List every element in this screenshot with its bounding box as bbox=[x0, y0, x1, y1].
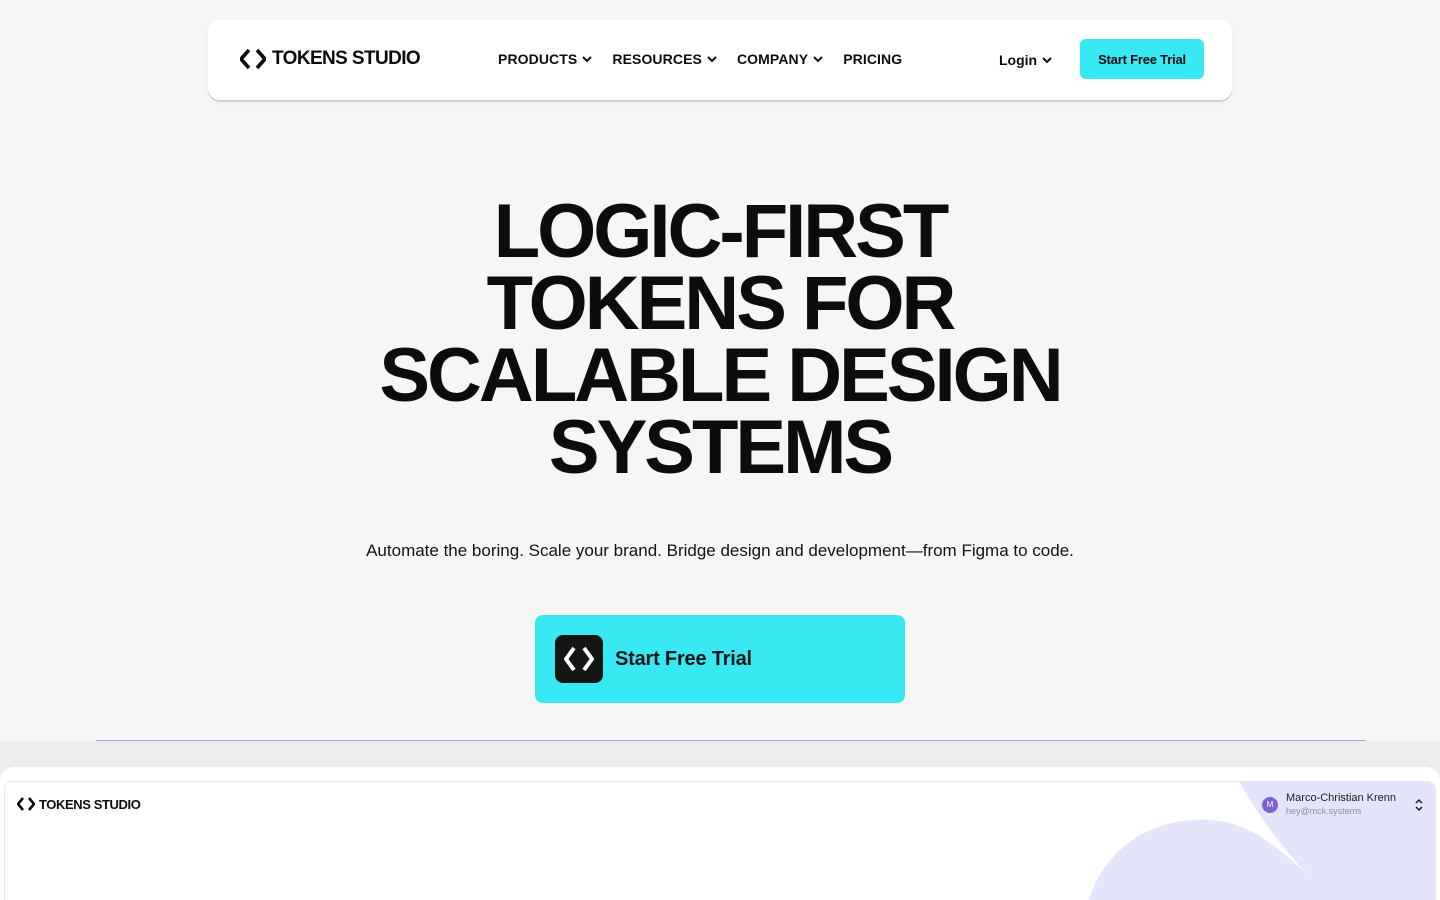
avatar: M bbox=[1262, 796, 1278, 813]
brand-logo[interactable]: TOKENS STUDIO bbox=[240, 48, 421, 70]
tokens-studio-logo-icon bbox=[555, 635, 603, 683]
hero-subtitle: Automate the boring. Scale your brand. B… bbox=[366, 541, 1074, 560]
hero-cta-label: Start Free Trial bbox=[615, 647, 752, 670]
user-account-switcher[interactable]: M Marco-Christian Krenn hey@mck.systems bbox=[1262, 792, 1424, 817]
nav-item-label: PRODUCTS bbox=[498, 51, 578, 67]
hero-title: LOGIC-FIRST TOKENS FOR SCALABLE DESIGN S… bbox=[300, 189, 1140, 490]
user-email: hey@mck.systems bbox=[1286, 806, 1362, 816]
preview-brand-name: TOKENS STUDIO bbox=[39, 796, 141, 812]
app-preview-window: TOKENS STUDIO M Marco-Christian Krenn he… bbox=[4, 781, 1436, 900]
hero-title-line: TOKENS FOR bbox=[486, 261, 957, 346]
nav-item-products[interactable]: PRODUCTS bbox=[498, 50, 593, 68]
login-label: Login bbox=[999, 52, 1038, 68]
hero-title-line: SCALABLE DESIGN bbox=[379, 333, 1063, 418]
login-menu[interactable]: Login bbox=[999, 51, 1052, 69]
nav-item-resources[interactable]: RESOURCES bbox=[612, 50, 717, 68]
chevron-down-icon bbox=[813, 56, 823, 63]
start-free-trial-button[interactable]: Start Free Trial bbox=[1080, 39, 1204, 79]
main-navigation: PRODUCTS RESOURCES COMPANY PRICING bbox=[498, 50, 902, 68]
nav-item-pricing[interactable]: PRICING bbox=[843, 50, 902, 68]
hero-title-line: LOGIC-FIRST bbox=[493, 189, 950, 274]
chevron-down-icon bbox=[582, 56, 593, 63]
user-name: Marco-Christian Krenn bbox=[1286, 792, 1397, 804]
brand-name: TOKENS STUDIO bbox=[272, 48, 421, 69]
chevron-down-icon bbox=[1042, 57, 1052, 64]
tokens-studio-logo-icon bbox=[17, 797, 35, 811]
nav-item-label: RESOURCES bbox=[612, 51, 702, 67]
preview-brand-logo: TOKENS STUDIO bbox=[17, 796, 141, 812]
top-navbar: TOKENS STUDIO PRODUCTS RESOURCES COMPANY… bbox=[208, 20, 1232, 100]
user-meta: Marco-Christian Krenn hey@mck.systems bbox=[1286, 792, 1396, 817]
chevron-down-icon bbox=[707, 56, 717, 63]
hero-start-free-trial-button[interactable]: Start Free Trial bbox=[535, 615, 905, 703]
nav-item-label: PRICING bbox=[843, 51, 903, 67]
nav-item-label: COMPANY bbox=[736, 51, 809, 67]
chevron-up-down-icon bbox=[1415, 798, 1423, 811]
tokens-studio-logo-icon bbox=[240, 48, 266, 70]
hero-title-line: SYSTEMS bbox=[548, 405, 894, 490]
nav-item-company[interactable]: COMPANY bbox=[737, 50, 823, 68]
